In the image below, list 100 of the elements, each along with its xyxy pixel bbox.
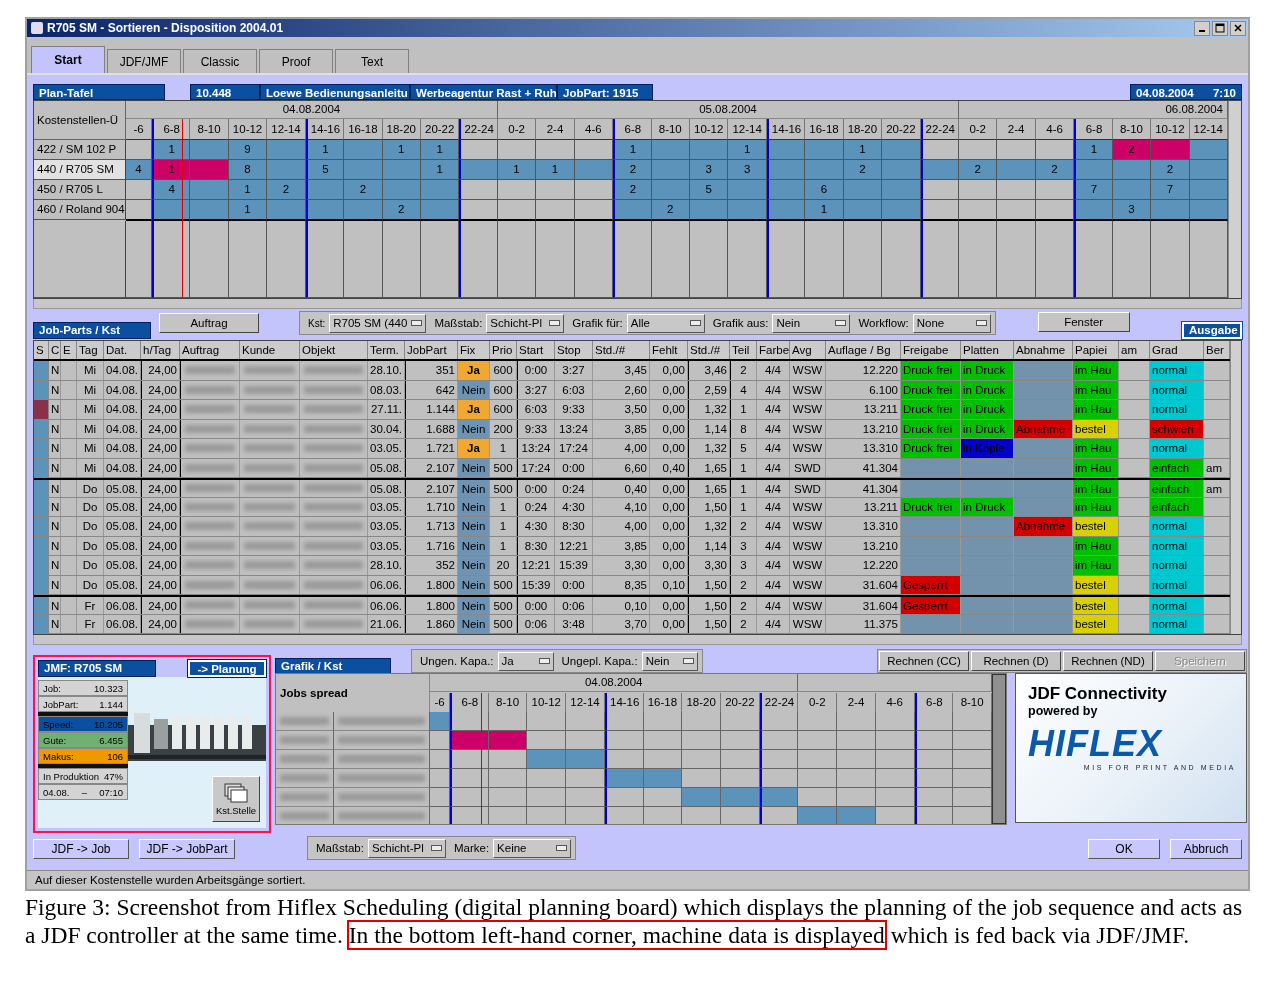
dropdown[interactable]: Keine	[493, 838, 572, 858]
schedule-block: 1	[805, 200, 844, 221]
table-cell: 4,00	[593, 439, 650, 458]
table-cell: 2	[730, 614, 757, 633]
blurred-text	[180, 517, 240, 536]
table-cell: 3:48	[555, 614, 593, 633]
schedule-block: 1	[497, 160, 537, 180]
horizontal-scrollbar[interactable]	[33, 299, 1242, 309]
dropdown-icon	[835, 320, 847, 326]
tab[interactable]: JDF/JMF	[107, 49, 181, 73]
status-cell: Gesperrt	[901, 597, 961, 614]
jdf-button[interactable]: JDF -> JobPart	[139, 839, 235, 859]
table-cell: WSW	[790, 556, 826, 575]
table-cell: 4/4	[757, 597, 790, 614]
dropdown[interactable]: Schicht-Pl	[367, 838, 446, 858]
table-cell: 0,00	[650, 419, 688, 438]
dropdown-icon	[975, 320, 987, 326]
table-cell: 0,00	[650, 380, 688, 399]
column-header: Kostenstellen-Ü	[34, 101, 126, 140]
stat-value: 106	[107, 750, 123, 763]
table-cell: 4:30	[555, 497, 593, 516]
table-cell: 05.08.	[104, 517, 141, 536]
table-cell: 24,00	[141, 361, 180, 380]
minimize-icon	[1199, 30, 1205, 32]
table-cell: 0:06	[555, 597, 593, 614]
order-button[interactable]: Auftrag	[159, 313, 259, 333]
cost-center-label[interactable]: 440 / R705 SM	[34, 160, 126, 180]
schedule-block: 4	[152, 180, 191, 200]
action-button[interactable]: Rechnen (ND)	[1063, 651, 1153, 671]
tab[interactable]: Text	[335, 49, 409, 73]
table-cell: 3:27	[517, 380, 555, 399]
horizontal-scrollbar[interactable]	[33, 635, 1242, 645]
table-cell: 03.05.	[368, 439, 405, 458]
table-cell: 15:39	[555, 556, 593, 575]
schedule-block: 4	[126, 160, 152, 180]
tab[interactable]: Start	[31, 46, 105, 73]
table-cell: 500	[490, 458, 517, 477]
vertical-scrollbar[interactable]	[1230, 341, 1241, 634]
action-button[interactable]: Rechnen (CC)	[879, 651, 969, 671]
dropdown[interactable]: Ja	[497, 651, 554, 671]
status-cell: Druck frei	[901, 361, 961, 380]
dropdown[interactable]: Alle	[626, 313, 705, 333]
table-cell: 04.08.	[104, 361, 141, 380]
cost-center-button[interactable]: Kst.Stelle	[212, 776, 260, 822]
table-cell: 05.08.	[104, 575, 141, 594]
table-cell: 2	[730, 361, 757, 380]
table-cell: 4/4	[757, 400, 790, 419]
vertical-scrollbar[interactable]	[992, 674, 1006, 824]
table-cell: 05.08.	[104, 497, 141, 516]
table-cell: 200	[490, 419, 517, 438]
table-cell: N	[49, 439, 61, 458]
dialog-button[interactable]: OK	[1088, 839, 1160, 859]
window-button[interactable]: Fenster	[1037, 312, 1130, 332]
action-button[interactable]: Rechnen (D)	[971, 651, 1061, 671]
tab[interactable]: Proof	[259, 49, 333, 73]
table-cell: 4/4	[757, 361, 790, 380]
table-cell: WSW	[790, 575, 826, 594]
maximize-button[interactable]	[1212, 20, 1228, 36]
dropdown[interactable]: R705 SM (440	[329, 313, 427, 333]
table-cell: Fr	[77, 597, 104, 614]
table-cell: 4,00	[593, 517, 650, 536]
column-header: Dat.	[104, 341, 141, 359]
table-cell: Mi	[77, 380, 104, 399]
output-tab[interactable]: Ausgabe	[1182, 322, 1242, 339]
schedule-block: 7	[1151, 180, 1190, 200]
table-cell: 500	[490, 614, 517, 633]
close-button[interactable]	[1230, 20, 1246, 36]
column-header: Abnahme	[1014, 341, 1073, 359]
window-title: R705 SM - Sortieren - Disposition 2004.01	[47, 21, 284, 35]
table-cell: 1,65	[688, 480, 730, 497]
dialog-button[interactable]: Abbruch	[1170, 839, 1242, 859]
schedule-block: 1	[728, 140, 767, 160]
table-cell: 0,00	[650, 597, 688, 614]
table-cell: 24,00	[141, 439, 180, 458]
table-cell: 2,60	[593, 380, 650, 399]
table-cell: 3,30	[688, 556, 730, 575]
schedule-block: 9	[228, 140, 268, 160]
table-cell: 24,00	[141, 480, 180, 497]
dropdown[interactable]: Nein	[641, 651, 698, 671]
table-cell: 24,00	[141, 497, 180, 516]
jdf-button[interactable]: JDF -> Job	[33, 839, 129, 859]
dropdown[interactable]: Nein	[772, 313, 851, 333]
vertical-scrollbar[interactable]	[1228, 101, 1241, 298]
table-cell: 2	[730, 597, 757, 614]
table-cell: 0,00	[650, 497, 688, 516]
column-header: Fix	[458, 341, 490, 359]
table-cell: 4/4	[757, 556, 790, 575]
dropdown[interactable]: Schicht-Pl	[486, 313, 565, 333]
table-cell: 2	[730, 517, 757, 536]
table-cell: 03.05.	[368, 517, 405, 536]
fix-flag: Nein	[458, 597, 490, 614]
dropdown[interactable]: None	[912, 313, 991, 333]
date-header: 06.08.2004	[959, 101, 1228, 119]
tab[interactable]: Classic	[183, 49, 257, 73]
table-cell: Do	[77, 575, 104, 594]
table-cell: N	[49, 419, 61, 438]
minimize-button[interactable]	[1194, 20, 1210, 36]
planning-button[interactable]: -> Planung	[188, 660, 266, 677]
table-cell: Do	[77, 517, 104, 536]
table-cell: 1,32	[688, 439, 730, 458]
